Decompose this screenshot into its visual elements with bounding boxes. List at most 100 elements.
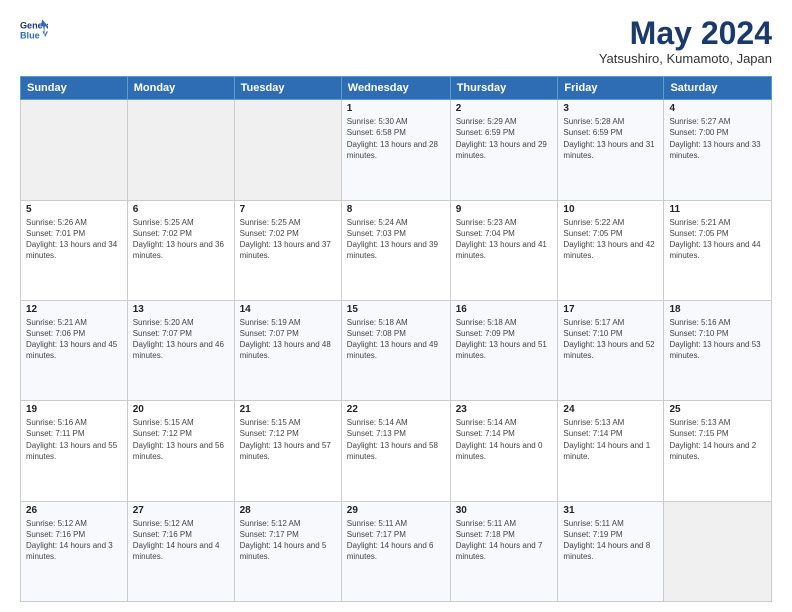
cell-details: Sunrise: 5:20 AMSunset: 7:07 PMDaylight:…	[133, 317, 229, 362]
calendar-cell: 6 Sunrise: 5:25 AMSunset: 7:02 PMDaylight…	[127, 200, 234, 300]
cell-details: Sunrise: 5:17 AMSunset: 7:10 PMDaylight:…	[563, 317, 658, 362]
cell-details: Sunrise: 5:12 AMSunset: 7:17 PMDaylight:…	[240, 518, 336, 563]
cell-details: Sunrise: 5:13 AMSunset: 7:14 PMDaylight:…	[563, 417, 658, 462]
calendar-cell: 30 Sunrise: 5:11 AMSunset: 7:18 PMDayligh…	[450, 501, 558, 601]
calendar-cell: 22 Sunrise: 5:14 AMSunset: 7:13 PMDayligh…	[341, 401, 450, 501]
cell-details: Sunrise: 5:15 AMSunset: 7:12 PMDaylight:…	[240, 417, 336, 462]
calendar-cell	[21, 100, 128, 200]
day-number: 14	[240, 304, 336, 315]
cell-details: Sunrise: 5:12 AMSunset: 7:16 PMDaylight:…	[133, 518, 229, 563]
cell-details: Sunrise: 5:22 AMSunset: 7:05 PMDaylight:…	[563, 217, 658, 262]
calendar-cell: 16 Sunrise: 5:18 AMSunset: 7:09 PMDayligh…	[450, 300, 558, 400]
calendar-cell: 31 Sunrise: 5:11 AMSunset: 7:19 PMDayligh…	[558, 501, 664, 601]
page: General Blue May 2024 Yatsushiro, Kumamo…	[0, 0, 792, 612]
svg-text:Blue: Blue	[20, 30, 40, 40]
day-number: 24	[563, 404, 658, 415]
calendar-cell: 13 Sunrise: 5:20 AMSunset: 7:07 PMDayligh…	[127, 300, 234, 400]
day-header-saturday: Saturday	[664, 77, 772, 100]
calendar-cell	[664, 501, 772, 601]
calendar-cell: 12 Sunrise: 5:21 AMSunset: 7:06 PMDayligh…	[21, 300, 128, 400]
calendar-cell: 17 Sunrise: 5:17 AMSunset: 7:10 PMDayligh…	[558, 300, 664, 400]
day-number: 13	[133, 304, 229, 315]
day-number: 20	[133, 404, 229, 415]
cell-details: Sunrise: 5:16 AMSunset: 7:10 PMDaylight:…	[669, 317, 766, 362]
calendar-cell: 7Sunrise: 5:25 AMSunset: 7:02 PMDaylight…	[234, 200, 341, 300]
calendar-cell: 14 Sunrise: 5:19 AMSunset: 7:07 PMDayligh…	[234, 300, 341, 400]
calendar-cell: 5 Sunrise: 5:26 AMSunset: 7:01 PMDaylight…	[21, 200, 128, 300]
subtitle: Yatsushiro, Kumamoto, Japan	[599, 51, 772, 66]
cell-details: Sunrise: 5:24 AMSunset: 7:03 PMDaylight:…	[347, 217, 445, 262]
day-number: 9	[456, 204, 553, 215]
day-number: 18	[669, 304, 766, 315]
day-number: 3	[563, 103, 658, 114]
day-header-thursday: Thursday	[450, 77, 558, 100]
cell-details: Sunrise: 5:15 AMSunset: 7:12 PMDaylight:…	[133, 417, 229, 462]
cell-details: Sunrise: 5:18 AMSunset: 7:08 PMDaylight:…	[347, 317, 445, 362]
calendar-cell: 3 Sunrise: 5:28 AMSunset: 6:59 PMDaylight…	[558, 100, 664, 200]
day-number: 29	[347, 505, 445, 516]
logo-icon: General Blue	[20, 16, 48, 44]
cell-details: Sunrise: 5:25 AMSunset: 7:02 PMDaylight:…	[133, 217, 229, 262]
day-number: 2	[456, 103, 553, 114]
cell-details: Sunrise: 5:23 AMSunset: 7:04 PMDaylight:…	[456, 217, 553, 262]
day-number: 11	[669, 204, 766, 215]
month-title: May 2024	[599, 16, 772, 51]
cell-details: Sunrise: 5:21 AMSunset: 7:06 PMDaylight:…	[26, 317, 122, 362]
calendar-cell: 24 Sunrise: 5:13 AMSunset: 7:14 PMDayligh…	[558, 401, 664, 501]
day-number: 5	[26, 204, 122, 215]
day-number: 12	[26, 304, 122, 315]
day-number: 25	[669, 404, 766, 415]
cell-details: Sunrise: 5:28 AMSunset: 6:59 PMDaylight:…	[563, 116, 658, 161]
cell-details: Sunrise: 5:16 AMSunset: 7:11 PMDaylight:…	[26, 417, 122, 462]
cell-details: Sunrise: 5:12 AMSunset: 7:16 PMDaylight:…	[26, 518, 122, 563]
day-number: 6	[133, 204, 229, 215]
day-number: 17	[563, 304, 658, 315]
title-block: May 2024 Yatsushiro, Kumamoto, Japan	[599, 16, 772, 66]
calendar-cell: 21Sunrise: 5:15 AMSunset: 7:12 PMDayligh…	[234, 401, 341, 501]
calendar-cell: 20 Sunrise: 5:15 AMSunset: 7:12 PMDayligh…	[127, 401, 234, 501]
calendar-cell: 25 Sunrise: 5:13 AMSunset: 7:15 PMDayligh…	[664, 401, 772, 501]
day-number: 27	[133, 505, 229, 516]
calendar-cell	[234, 100, 341, 200]
cell-details: Sunrise: 5:14 AMSunset: 7:13 PMDaylight:…	[347, 417, 445, 462]
day-header-wednesday: Wednesday	[341, 77, 450, 100]
cell-details: Sunrise: 5:19 AMSunset: 7:07 PMDaylight:…	[240, 317, 336, 362]
calendar-cell: 15 Sunrise: 5:18 AMSunset: 7:08 PMDayligh…	[341, 300, 450, 400]
calendar-cell: 11Sunrise: 5:21 AMSunset: 7:05 PMDayligh…	[664, 200, 772, 300]
cell-details: Sunrise: 5:25 AMSunset: 7:02 PMDaylight:…	[240, 217, 336, 262]
calendar-cell: 18 Sunrise: 5:16 AMSunset: 7:10 PMDayligh…	[664, 300, 772, 400]
day-number: 4	[669, 103, 766, 114]
calendar-cell: 23 Sunrise: 5:14 AMSunset: 7:14 PMDayligh…	[450, 401, 558, 501]
cell-details: Sunrise: 5:11 AMSunset: 7:17 PMDaylight:…	[347, 518, 445, 563]
calendar-cell: 27 Sunrise: 5:12 AMSunset: 7:16 PMDayligh…	[127, 501, 234, 601]
calendar-cell: 10Sunrise: 5:22 AMSunset: 7:05 PMDayligh…	[558, 200, 664, 300]
calendar-cell: 1Sunrise: 5:30 AMSunset: 6:58 PMDaylight…	[341, 100, 450, 200]
day-number: 31	[563, 505, 658, 516]
calendar-cell: 29 Sunrise: 5:11 AMSunset: 7:17 PMDayligh…	[341, 501, 450, 601]
day-number: 22	[347, 404, 445, 415]
day-header-tuesday: Tuesday	[234, 77, 341, 100]
calendar-cell: 9 Sunrise: 5:23 AMSunset: 7:04 PMDaylight…	[450, 200, 558, 300]
calendar-cell: 26 Sunrise: 5:12 AMSunset: 7:16 PMDayligh…	[21, 501, 128, 601]
cell-details: Sunrise: 5:18 AMSunset: 7:09 PMDaylight:…	[456, 317, 553, 362]
cell-details: Sunrise: 5:26 AMSunset: 7:01 PMDaylight:…	[26, 217, 122, 262]
header: General Blue May 2024 Yatsushiro, Kumamo…	[20, 16, 772, 66]
day-header-sunday: Sunday	[21, 77, 128, 100]
cell-details: Sunrise: 5:11 AMSunset: 7:19 PMDaylight:…	[563, 518, 658, 563]
cell-details: Sunrise: 5:14 AMSunset: 7:14 PMDaylight:…	[456, 417, 553, 462]
calendar-cell: 28Sunrise: 5:12 AMSunset: 7:17 PMDayligh…	[234, 501, 341, 601]
cell-details: Sunrise: 5:13 AMSunset: 7:15 PMDaylight:…	[669, 417, 766, 462]
cell-details: Sunrise: 5:29 AMSunset: 6:59 PMDaylight:…	[456, 116, 553, 161]
day-number: 30	[456, 505, 553, 516]
day-number: 16	[456, 304, 553, 315]
day-header-friday: Friday	[558, 77, 664, 100]
logo: General Blue	[20, 16, 48, 44]
day-header-monday: Monday	[127, 77, 234, 100]
day-number: 23	[456, 404, 553, 415]
day-number: 15	[347, 304, 445, 315]
calendar-table: SundayMondayTuesdayWednesdayThursdayFrid…	[20, 76, 772, 602]
day-number: 8	[347, 204, 445, 215]
day-number: 1	[347, 103, 445, 114]
day-number: 26	[26, 505, 122, 516]
cell-details: Sunrise: 5:11 AMSunset: 7:18 PMDaylight:…	[456, 518, 553, 563]
